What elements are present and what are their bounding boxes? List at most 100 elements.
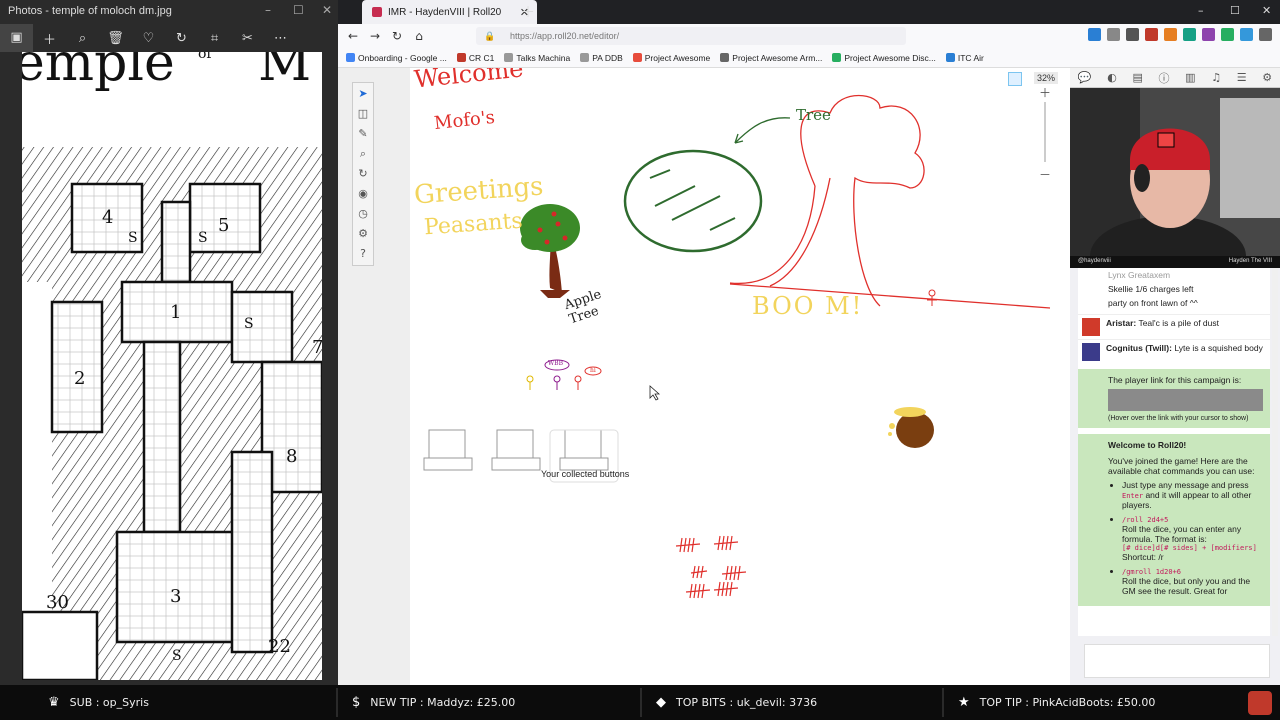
bits-diamond-icon: ◆: [656, 695, 666, 710]
forward-icon[interactable]: →: [364, 29, 386, 43]
help-icon[interactable]: ?: [354, 245, 372, 263]
crop-icon[interactable]: ⌗: [198, 31, 231, 46]
chat-text: Lyte is a squished body: [1174, 343, 1263, 353]
webcam-feed: [1070, 88, 1280, 268]
extension-icon[interactable]: [1183, 28, 1196, 41]
layer-tool-icon[interactable]: ◫: [354, 105, 372, 123]
webcam-caption: @haydenviii Hayden The VIII: [1070, 256, 1280, 268]
fog-tool-icon[interactable]: ◉: [354, 185, 372, 203]
player-link-hidden[interactable]: [1108, 389, 1263, 411]
chat-message: Cognitus (Twill): Lyte is a squished bod…: [1078, 339, 1270, 369]
tab-title: IMR - HaydenVIII | Roll20: [388, 6, 502, 18]
bookmark-item[interactable]: CR C1: [456, 53, 494, 63]
menu-icon[interactable]: [1259, 28, 1272, 41]
favorite-icon[interactable]: ♡: [132, 31, 165, 46]
zoom-icon[interactable]: ⌕: [66, 31, 99, 46]
delete-icon[interactable]: 🗑: [99, 31, 132, 46]
zoom-slider[interactable]: [1044, 102, 1046, 162]
top-tip-alert: ★ TOP TIP : PinkAcidBoots: £50.00: [942, 688, 1155, 717]
deck-tab-icon[interactable]: ▥: [1185, 71, 1195, 84]
edit-icon[interactable]: ✂: [231, 31, 264, 46]
extension-icon[interactable]: [1221, 28, 1234, 41]
roll-command: /roll 2d4+5: [1122, 516, 1169, 524]
home-icon[interactable]: ⌂: [408, 29, 430, 43]
roll20-favicon-icon: [372, 7, 382, 17]
new-tab-icon[interactable]: ＋: [521, 2, 535, 22]
turn-tool-icon[interactable]: ↻: [354, 165, 372, 183]
channel-logo-icon: [1248, 691, 1272, 715]
map-room-2: 2: [74, 368, 86, 389]
map-room-8: 8: [286, 446, 298, 467]
draw-tool-icon[interactable]: ✎: [354, 125, 372, 143]
jukebox-tab-icon[interactable]: ♫: [1211, 71, 1221, 84]
add-icon[interactable]: ＋: [33, 29, 66, 48]
dungeon-map-image: emple M of 4 5 1 2 3 8 30 22 7 S S S S: [22, 52, 322, 680]
avatar: [1082, 318, 1100, 336]
chat-tab-icon[interactable]: 💬: [1078, 71, 1092, 84]
zoom-tool-icon[interactable]: ⌕: [354, 145, 372, 163]
minimize-icon[interactable]: –: [1198, 4, 1204, 17]
canvas-margin: [338, 68, 410, 685]
download-icon[interactable]: [1088, 28, 1101, 41]
zoom-out-icon[interactable]: －: [1038, 168, 1052, 182]
webcam-handle-right: Hayden The VIII: [1228, 258, 1272, 264]
url-bar[interactable]: 🔒 https://app.roll20.net/editor/: [476, 27, 906, 45]
map-room-3: 3: [170, 586, 182, 607]
screen: Photos - temple of moloch dm.jpg – ☐ ✕ ▣…: [0, 0, 1280, 720]
map-room-30: 30: [46, 592, 69, 613]
tabletop-canvas[interactable]: Welcome Mofo's Greetings Peasants Apple …: [410, 68, 1070, 685]
photos-window: Photos - temple of moloch dm.jpg – ☐ ✕ ▣…: [0, 0, 338, 685]
maximize-icon[interactable]: ☐: [1230, 4, 1240, 17]
enter-key-code: Enter: [1122, 492, 1144, 500]
map-room-1: 1: [170, 302, 182, 323]
nav-bar: ← → ↻ ⌂ 🔒 https://app.roll20.net/editor/: [338, 24, 1280, 48]
clock-tool-icon[interactable]: ◷: [354, 205, 372, 223]
svg-text:of: of: [198, 52, 213, 62]
photos-title: Photos - temple of moloch dm.jpg: [8, 5, 172, 17]
journal-tab-icon[interactable]: ▤: [1132, 71, 1142, 84]
bookmark-item[interactable]: Project Awesome: [632, 53, 710, 63]
sidebar-tabs: 💬 ◐ ▤ ⓘ ▥ ♫ ☰ ⚙: [1070, 68, 1280, 88]
page-toolbar-icon[interactable]: [1008, 72, 1022, 86]
library-icon[interactable]: [1107, 28, 1120, 41]
list-tab-icon[interactable]: ☰: [1237, 71, 1247, 84]
more-icon[interactable]: ⋯: [264, 31, 297, 46]
extension-icon[interactable]: [1164, 28, 1177, 41]
minimize-icon[interactable]: –: [265, 3, 271, 17]
reader-icon[interactable]: [1126, 28, 1139, 41]
bookmark-item[interactable]: Project Awesome Arm...: [720, 53, 822, 63]
close-icon[interactable]: ✕: [1262, 4, 1271, 17]
back-icon[interactable]: ←: [342, 29, 364, 43]
bookmark-item[interactable]: Talks Machina: [504, 53, 570, 63]
map-room-4: 4: [102, 207, 114, 228]
reload-icon[interactable]: ↻: [386, 29, 408, 43]
settings-tab-icon[interactable]: ⚙: [1262, 71, 1272, 84]
bookmark-item[interactable]: Project Awesome Disc...: [832, 53, 936, 63]
close-icon[interactable]: ✕: [322, 3, 332, 17]
select-tool-icon[interactable]: ➤: [354, 85, 372, 103]
bookmark-item[interactable]: Onboarding - Google ...: [346, 53, 447, 63]
map-secret-door: S: [198, 230, 208, 246]
chat-input[interactable]: [1084, 644, 1270, 678]
art-tab-icon[interactable]: ◐: [1107, 71, 1117, 84]
extension-icon[interactable]: [1240, 28, 1253, 41]
welcome-body: You've joined the game! Here are the ava…: [1108, 456, 1255, 476]
compendium-tab-icon[interactable]: ⓘ: [1159, 70, 1170, 86]
bookmark-item[interactable]: PA DDB: [580, 53, 623, 63]
tab-roll20[interactable]: IMR - HaydenVIII | Roll20 ✕: [362, 0, 537, 24]
gallery-icon[interactable]: ▣: [0, 24, 33, 52]
stream-overlay-bar: ♛ SUB : op_Syris $ NEW TIP : Maddyz: £25…: [0, 685, 1280, 720]
bookmarks-bar: Onboarding - Google ... CR C1 Talks Mach…: [338, 48, 1280, 68]
command-item: /gmroll 1d20+6 Roll the dice, but only y…: [1122, 566, 1262, 596]
bookmark-item[interactable]: ITC Air: [945, 53, 984, 63]
chat-scrollbar[interactable]: [1272, 268, 1278, 636]
welcome-title: Welcome to Roll20!: [1108, 440, 1187, 450]
maximize-icon[interactable]: ☐: [293, 3, 304, 17]
webcam-handle-left: @haydenviii: [1078, 258, 1111, 264]
rotate-icon[interactable]: ↻: [165, 31, 198, 46]
extension-icon[interactable]: [1145, 28, 1158, 41]
dice-tool-icon[interactable]: ⚙: [354, 225, 372, 243]
extension-icon[interactable]: [1202, 28, 1215, 41]
speech-bubble-text: hi: [590, 367, 596, 374]
zoom-in-icon[interactable]: ＋: [1038, 86, 1052, 100]
